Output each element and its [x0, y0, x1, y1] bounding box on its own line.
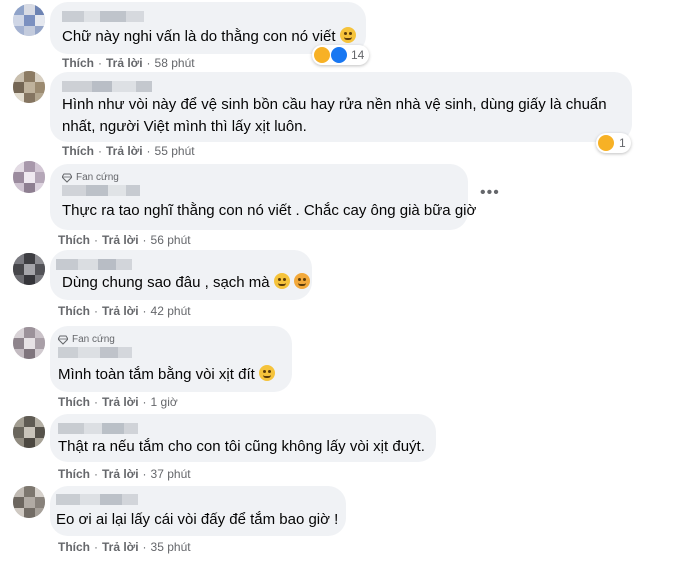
smile-emoji	[339, 27, 356, 43]
reaction-count: 1	[619, 136, 626, 150]
reply-button[interactable]: Trả lời	[106, 56, 143, 70]
like-button[interactable]: Thích	[58, 540, 90, 554]
comment-bubble: Fan cứng Mình toàn tắm bằng vòi xịt đít	[50, 326, 292, 392]
comment-actions: Thích · Trả lời · 58 phút	[62, 56, 195, 70]
haha-icon	[314, 47, 330, 63]
comment-bubble: Hình như vòi này để vệ sinh bồn cầu hay …	[50, 72, 632, 142]
reply-button[interactable]: Trả lời	[102, 304, 139, 318]
comment-text: Dùng chung sao đâu , sạch mà	[62, 272, 310, 294]
like-icon	[331, 47, 347, 63]
author-name-blurred[interactable]	[58, 347, 132, 358]
diamond-icon	[62, 173, 72, 183]
comment-text: Hình như vòi này để vệ sinh bồn cầu hay …	[62, 96, 607, 135]
comment-bubble: Fan cứng Thực ra tao nghĩ thằng con nó v…	[50, 164, 476, 230]
like-button[interactable]: Thích	[62, 56, 94, 70]
more-options-icon[interactable]: •••	[480, 184, 500, 202]
avatar[interactable]	[13, 253, 45, 285]
like-button[interactable]: Thích	[58, 304, 90, 318]
author-name-blurred[interactable]	[58, 423, 138, 434]
comment-bubble: Dùng chung sao đâu , sạch mà	[50, 250, 312, 300]
comment-text: Thật ra nếu tắm cho con tôi cũng không l…	[58, 438, 425, 455]
smile-emoji	[258, 365, 275, 381]
timestamp[interactable]: 58 phút	[155, 56, 195, 70]
avatar[interactable]	[13, 71, 45, 103]
like-button[interactable]: Thích	[58, 395, 90, 409]
comment-text: Eo ơi ai lại lấy cái vòi đấy để tắm bao …	[56, 511, 339, 528]
crying-laugh-emoji	[293, 273, 310, 289]
author-name-blurred[interactable]	[62, 81, 152, 92]
author-name-blurred[interactable]	[56, 259, 132, 270]
comment-actions: Thích · Trả lời · 35 phút	[58, 540, 191, 554]
timestamp[interactable]: 42 phút	[151, 304, 191, 318]
author-name-blurred[interactable]	[56, 494, 138, 505]
reaction-count: 14	[351, 48, 365, 62]
reply-button[interactable]: Trả lời	[102, 233, 139, 247]
like-button[interactable]: Thích	[58, 467, 90, 481]
author-name-blurred[interactable]	[62, 11, 144, 22]
author-name-blurred[interactable]	[62, 185, 140, 196]
grin-emoji	[273, 273, 290, 289]
timestamp[interactable]: 56 phút	[151, 233, 191, 247]
comment-actions: Thích · Trả lời · 55 phút	[62, 144, 195, 158]
comment-text: Thực ra tao nghĩ thằng con nó viết . Chắ…	[62, 202, 477, 219]
fan-badge: Fan cứng	[62, 172, 119, 183]
avatar[interactable]	[13, 327, 45, 359]
comment-actions: Thích · Trả lời · 42 phút	[58, 304, 191, 318]
avatar[interactable]	[13, 416, 45, 448]
timestamp[interactable]: 35 phút	[151, 540, 191, 554]
reply-button[interactable]: Trả lời	[102, 540, 139, 554]
reaction-summary[interactable]: 14	[312, 45, 370, 65]
avatar[interactable]	[13, 161, 45, 193]
timestamp[interactable]: 37 phút	[151, 467, 191, 481]
reply-button[interactable]: Trả lời	[102, 467, 139, 481]
comment-actions: Thích · Trả lời · 37 phút	[58, 467, 191, 481]
comment-text: Chữ này nghi vấn là do thằng con nó viết	[62, 26, 356, 48]
comment-bubble: Eo ơi ai lại lấy cái vòi đấy để tắm bao …	[50, 486, 346, 536]
timestamp[interactable]: 1 giờ	[151, 395, 178, 409]
reaction-summary[interactable]: 1	[596, 133, 631, 153]
timestamp[interactable]: 55 phút	[155, 144, 195, 158]
comment-actions: Thích · Trả lời · 56 phút	[58, 233, 191, 247]
fan-badge: Fan cứng	[58, 334, 115, 345]
reply-button[interactable]: Trả lời	[106, 144, 143, 158]
avatar[interactable]	[13, 486, 45, 518]
avatar[interactable]	[13, 4, 45, 36]
comment-text: Mình toàn tắm bằng vòi xịt đít	[58, 364, 275, 386]
comment-actions: Thích · Trả lời · 1 giờ	[58, 395, 178, 409]
diamond-icon	[58, 335, 68, 345]
comment-bubble: Thật ra nếu tắm cho con tôi cũng không l…	[50, 414, 436, 462]
haha-icon	[598, 135, 614, 151]
reply-button[interactable]: Trả lời	[102, 395, 139, 409]
like-button[interactable]: Thích	[62, 144, 94, 158]
like-button[interactable]: Thích	[58, 233, 90, 247]
